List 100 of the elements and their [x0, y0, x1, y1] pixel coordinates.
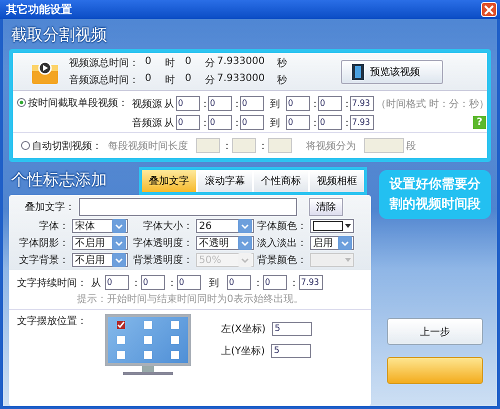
previous-button[interactable]: 上一步	[387, 318, 483, 345]
radio-button[interactable]	[17, 98, 26, 107]
position-label: 文字摆放位置：	[17, 314, 88, 329]
time-field[interactable]	[196, 138, 220, 153]
primary-button[interactable]	[387, 357, 483, 384]
colon: ：	[131, 276, 139, 290]
colon: ：	[232, 98, 240, 110]
dropdown[interactable]: 不启用	[72, 253, 128, 267]
source-label: 视频源	[131, 98, 162, 110]
time-field[interactable]: 0	[240, 115, 264, 130]
info-value: 7.933000	[216, 56, 266, 69]
x-coordinate-label: 左(X坐标)	[221, 322, 266, 336]
colon: ：	[310, 98, 318, 110]
window-title: 其它功能设置	[6, 2, 72, 17]
colon: ：	[200, 116, 208, 130]
section-title: 个性标志添加	[10, 169, 108, 191]
text-field[interactable]	[79, 198, 297, 216]
position-checkbox[interactable]	[144, 351, 152, 360]
tab[interactable]: 视频相框	[310, 170, 364, 192]
dropdown[interactable]: 不透明	[196, 236, 254, 250]
info-unit: 秒	[277, 74, 287, 87]
time-field[interactable]: 0	[105, 275, 129, 290]
tab[interactable]: 叠加文字	[142, 170, 196, 192]
caret-icon	[345, 224, 351, 228]
time-field[interactable]: 0	[286, 96, 310, 111]
segment-count-label: 将视频分为	[306, 140, 356, 152]
dropdown[interactable]: 不启用	[72, 236, 128, 250]
position-checkbox[interactable]	[144, 336, 152, 344]
option-label: 文字背景：	[18, 254, 69, 267]
time-field[interactable]: 0	[263, 275, 287, 290]
hint-text: 提示：开始时间与结束时间同时为0表示始终出现。	[77, 292, 304, 306]
position-checkbox[interactable]	[170, 351, 179, 360]
time-field[interactable]: 0	[208, 96, 232, 111]
time-field[interactable]: 7.93	[299, 275, 323, 290]
unit-label: 段	[406, 140, 416, 152]
dropdown[interactable]: 启用	[310, 236, 354, 250]
radio-label: 自动切割视频：	[32, 140, 103, 152]
radio-button[interactable]	[21, 141, 30, 150]
option-label: 字体：	[38, 220, 69, 233]
position-checkbox[interactable]	[117, 320, 126, 329]
time-field[interactable]	[268, 138, 292, 153]
from-label: 从	[91, 276, 101, 290]
check-icon	[117, 320, 126, 329]
position-checkbox[interactable]	[170, 320, 179, 329]
info-label: 视频源总时间：	[69, 56, 140, 70]
time-field[interactable]: 0	[208, 115, 232, 130]
colon: ：	[222, 140, 230, 152]
option-label: 背景颜色：	[257, 254, 307, 267]
info-unit: 分	[205, 57, 215, 70]
y-coordinate-label: 上(Y坐标)	[221, 344, 265, 358]
to-label: 到	[270, 98, 280, 110]
tab[interactable]: 个性商标	[254, 170, 308, 192]
info-value: 0	[145, 56, 152, 69]
segment-count-field[interactable]	[364, 138, 404, 153]
time-field[interactable]: 0	[227, 275, 251, 290]
time-field[interactable]: 7.93	[350, 96, 374, 111]
colon: ：	[200, 98, 208, 110]
close-button[interactable]	[481, 2, 497, 17]
format-hint: （时间格式 时：分：秒）	[376, 98, 490, 110]
y-coordinate-field[interactable]: 5	[270, 344, 311, 358]
time-field[interactable]: 0	[141, 275, 165, 290]
overlay-text-label: 叠加文字：	[25, 200, 75, 214]
colon: ：	[167, 276, 175, 290]
colon: ：	[342, 98, 350, 110]
time-field[interactable]: 0	[240, 96, 264, 111]
time-field[interactable]: 0	[286, 115, 310, 130]
to-label: 到	[270, 116, 280, 130]
duration-label: 文字持续时间：	[17, 276, 87, 290]
position-checkbox[interactable]	[117, 351, 126, 360]
to-label: 到	[209, 276, 219, 290]
dropdown[interactable]: 26	[196, 219, 254, 233]
callout-bubble: 设置好你需要分割的视频时间段	[379, 170, 491, 219]
time-field[interactable]: 0	[318, 115, 342, 130]
colon: ：	[258, 140, 266, 152]
film-icon	[352, 64, 364, 80]
dropdown[interactable]: 宋体	[72, 219, 128, 233]
tab[interactable]: 滚动字幕	[198, 170, 252, 192]
color-picker[interactable]	[310, 219, 354, 233]
position-checkbox[interactable]	[144, 320, 152, 329]
colon: ：	[289, 276, 297, 290]
position-checkbox[interactable]	[170, 336, 179, 344]
time-field[interactable]: 0	[176, 115, 200, 130]
position-checkbox[interactable]	[117, 336, 126, 344]
from-label: 从	[164, 98, 174, 110]
info-value: 7.933000	[216, 73, 266, 86]
video-folder-icon	[31, 58, 59, 84]
colon: ：	[232, 116, 240, 130]
time-field[interactable]	[232, 138, 256, 153]
info-unit: 时	[165, 56, 176, 70]
close-icon	[484, 4, 494, 14]
time-field[interactable]: 0	[318, 96, 342, 111]
source-label: 音频源	[131, 116, 162, 130]
time-field[interactable]: 0	[177, 275, 201, 290]
x-coordinate-field[interactable]: 5	[272, 322, 312, 336]
preview-button[interactable]: 预览该视频	[341, 60, 443, 84]
info-value: 0	[145, 73, 152, 86]
clear-button[interactable]: 清除	[309, 198, 343, 216]
time-field[interactable]: 0	[176, 96, 200, 111]
colon: ：	[342, 116, 350, 130]
time-field[interactable]: 7.93	[350, 115, 374, 130]
